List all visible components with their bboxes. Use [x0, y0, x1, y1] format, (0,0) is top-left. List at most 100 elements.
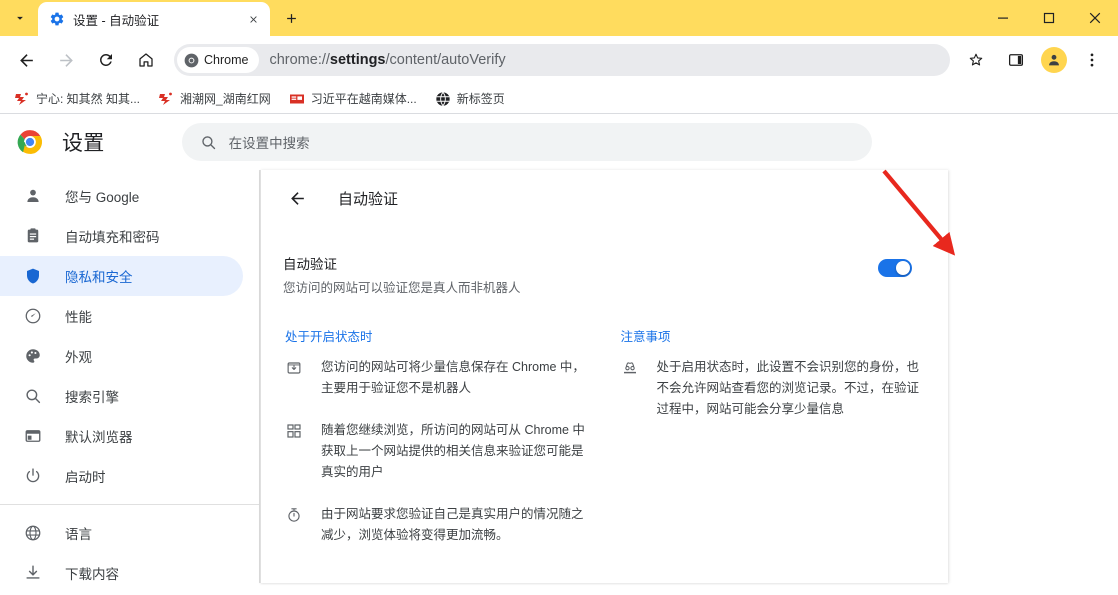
side-panel-icon: [1008, 54, 1024, 66]
sidebar-item-label: 语言: [65, 527, 92, 542]
sidebar-item-label: 默认浏览器: [65, 430, 133, 445]
palette-icon: [23, 346, 43, 366]
toggle-knob: [896, 261, 910, 275]
sidebar-item-search-engine[interactable]: 搜索引擎: [0, 376, 243, 416]
sidebar-item-performance[interactable]: 性能: [0, 296, 243, 336]
column-heading: 处于开启状态时: [285, 330, 373, 344]
bullet-text: 由于网站要求您验证自己是真实用户的情况随之减少，浏览体验将变得更加流畅。: [321, 507, 584, 542]
browser-tab-settings[interactable]: 设置 - 自动验证: [38, 2, 270, 36]
sidebar-item-autofill-passwords[interactable]: 自动填充和密码: [0, 216, 243, 256]
bookmarks-bar: 宁心: 知其然 知其... 湘潮网_湖南红网 习近平在越南媒体... 新标签页: [0, 84, 1118, 114]
person-icon: [1049, 54, 1059, 66]
sidebar-divider: [0, 504, 259, 505]
download-icon: [23, 563, 43, 583]
sidebar-item-downloads[interactable]: 下载内容: [0, 553, 243, 583]
power-icon: [23, 466, 43, 486]
globe-icon: [23, 523, 43, 543]
maximize-icon: [1043, 12, 1055, 24]
red-site-icon: [15, 92, 28, 105]
bookmark-label: 宁心: 知其然 知其...: [36, 92, 141, 106]
plus-icon: [286, 13, 296, 23]
settings-body: 您与 Google 自动填充和密码 隐私和安全 性能 外观 搜索引擎 默认浏览器…: [0, 170, 1118, 583]
url-bold-part: settings: [329, 52, 386, 68]
tab-title: 设置 - 自动验证: [73, 13, 160, 28]
close-window-button[interactable]: [1072, 0, 1118, 36]
sidebar-item-appearance[interactable]: 外观: [0, 336, 243, 376]
card-header: 自动验证: [261, 170, 948, 226]
person-icon: [23, 186, 43, 206]
chevron-down-icon: [17, 16, 23, 20]
bullet-text: 随着您继续浏览，所访问的网站可从 Chrome 中获取上一个网站提供的相关信息来…: [321, 423, 585, 479]
star-icon: [969, 53, 983, 66]
browser-toolbar: Chrome chrome://settings/content/autoVer…: [0, 36, 1118, 84]
browser-menu-button[interactable]: [1075, 43, 1109, 77]
back-button[interactable]: [9, 43, 43, 77]
info-bullet: 随着您继续浏览，所访问的网站可从 Chrome 中获取上一个网站提供的相关信息来…: [283, 420, 593, 483]
bookmark-label: 湘潮网_湖南红网: [180, 92, 271, 106]
profile-avatar[interactable]: [1041, 47, 1067, 73]
maximize-button[interactable]: [1026, 0, 1072, 36]
sidebar-item-languages[interactable]: 语言: [0, 513, 243, 553]
side-panel-button[interactable]: [999, 43, 1033, 77]
clipboard-icon: [23, 226, 43, 246]
bookmark-item[interactable]: 习近平在越南媒体...: [281, 86, 425, 111]
home-button[interactable]: [129, 43, 163, 77]
bookmark-label: 习近平在越南媒体...: [310, 92, 417, 106]
column-heading: 注意事项: [620, 330, 671, 344]
url-suffix: /content/autoVerify: [385, 52, 506, 68]
bookmark-item[interactable]: 湘潮网_湖南红网: [150, 86, 279, 111]
speedometer-icon: [23, 306, 43, 326]
dashboard-grid-icon: [285, 422, 303, 440]
browser-window-icon: [23, 426, 43, 446]
sidebar-item-default-browser[interactable]: 默认浏览器: [0, 416, 243, 456]
close-icon: [1089, 12, 1101, 24]
info-bullet: 处于启用状态时，此设置不会识别您的身份，也不会允许网站查看您的浏览记录。不过，在…: [619, 357, 929, 420]
sidebar-item-on-startup[interactable]: 启动时: [0, 456, 243, 496]
sidebar-item-label: 下载内容: [65, 567, 119, 582]
settings-content-area: 自动验证 自动验证 您访问的网站可以验证您是真人而非机器人 处于开启状态时 您访…: [260, 170, 1118, 583]
tab-strip: 设置 - 自动验证: [0, 0, 1118, 36]
reload-icon: [99, 53, 112, 66]
close-icon: [249, 15, 257, 23]
settings-search-placeholder: 在设置中搜索: [228, 136, 310, 151]
tab-close-button[interactable]: [244, 10, 262, 28]
new-tab-button[interactable]: [276, 3, 306, 33]
address-bar[interactable]: Chrome chrome://settings/content/autoVer…: [174, 44, 950, 76]
back-button[interactable]: [281, 182, 313, 214]
settings-search-input[interactable]: 在设置中搜索: [181, 123, 872, 161]
sidebar-item-label: 隐私和安全: [65, 270, 133, 285]
home-icon: [139, 53, 153, 67]
info-columns: 处于开启状态时 您访问的网站可将少量信息保存在 Chrome 中，主要用于验证您…: [261, 298, 948, 567]
setting-subtitle: 您访问的网站可以验证您是真人而非机器人: [283, 281, 521, 295]
save-box-icon: [285, 359, 303, 377]
bookmark-item[interactable]: 新标签页: [427, 86, 513, 111]
bookmark-star-button[interactable]: [959, 43, 993, 77]
chrome-logo-icon: [17, 130, 42, 154]
sidebar-item-label: 您与 Google: [65, 190, 140, 205]
search-icon: [23, 386, 43, 406]
info-bullet: 由于网站要求您验证自己是真实用户的情况随之减少，浏览体验将变得更加流畅。: [283, 504, 593, 546]
info-bullet: 您访问的网站可将少量信息保存在 Chrome 中，主要用于验证您不是机器人: [283, 357, 593, 399]
sidebar-item-label: 搜索引擎: [65, 390, 119, 405]
page-title: 设置: [62, 132, 105, 155]
auto-verify-toggle[interactable]: [878, 259, 912, 277]
privacy-mask-icon: [621, 359, 639, 377]
sidebar-item-label: 自动填充和密码: [65, 230, 160, 245]
chrome-origin-chip[interactable]: Chrome: [177, 47, 260, 73]
sidebar-item-you-and-google[interactable]: 您与 Google: [0, 176, 243, 216]
sidebar-item-privacy-security[interactable]: 隐私和安全: [0, 256, 243, 296]
globe-icon: [436, 91, 450, 106]
search-icon: [201, 135, 215, 149]
card-title: 自动验证: [338, 190, 399, 208]
back-arrow-icon: [290, 191, 304, 205]
reload-button[interactable]: [89, 43, 123, 77]
sidebar-item-label: 启动时: [65, 470, 106, 485]
url-text: chrome://settings/content/autoVerify: [269, 52, 505, 68]
bookmark-item[interactable]: 宁心: 知其然 知其...: [6, 86, 148, 111]
tab-search-button[interactable]: [2, 3, 38, 33]
minimize-button[interactable]: [980, 0, 1026, 36]
auto-verify-card: 自动验证 自动验证 您访问的网站可以验证您是真人而非机器人 处于开启状态时 您访…: [260, 170, 948, 583]
sidebar-item-label: 外观: [65, 350, 92, 365]
forward-button[interactable]: [49, 43, 83, 77]
timer-icon: [285, 506, 303, 524]
